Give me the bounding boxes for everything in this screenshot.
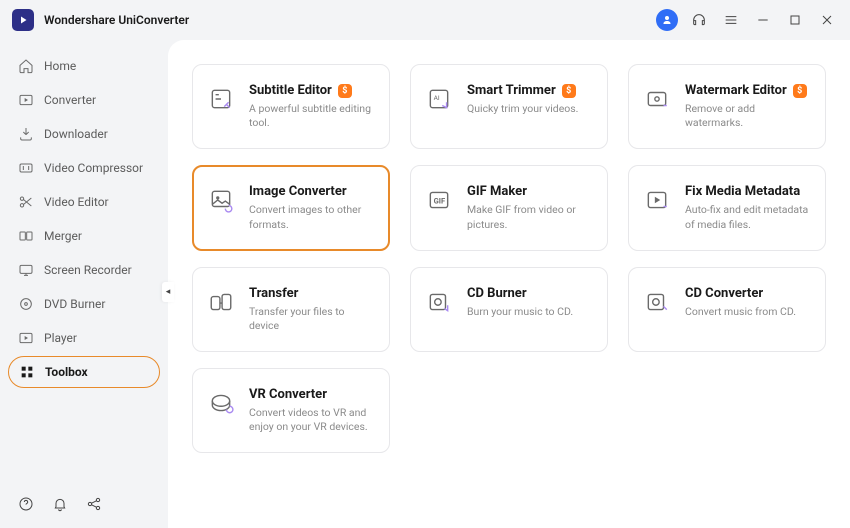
tool-desc: Transfer your files to device	[249, 305, 375, 333]
disc-icon	[18, 296, 34, 312]
sidebar-item-toolbox[interactable]: Toolbox	[8, 356, 160, 388]
sidebar-item-home[interactable]: Home	[8, 50, 160, 82]
bell-icon[interactable]	[52, 496, 68, 512]
sidebar-item-label: Video Compressor	[44, 161, 143, 175]
tool-desc: Convert music from CD.	[685, 305, 811, 319]
tool-card[interactable]: VR Converter Convert videos to VR and enj…	[192, 368, 390, 453]
sidebar-item-video-editor[interactable]: Video Editor	[8, 186, 160, 218]
app-title: Wondershare UniConverter	[44, 13, 189, 27]
merger-icon	[18, 228, 34, 244]
tool-desc: Convert videos to VR and enjoy on your V…	[249, 406, 375, 434]
sidebar-footer	[8, 490, 160, 518]
tool-icon	[643, 288, 671, 316]
tool-card[interactable]: Transfer Transfer your files to device	[192, 267, 390, 352]
sidebar-item-label: Screen Recorder	[44, 263, 132, 277]
home-icon	[18, 58, 34, 74]
menu-hamburger-icon[interactable]	[720, 9, 742, 31]
tool-card[interactable]: AI Smart Trimmer $ Quicky trim your videos.	[410, 64, 608, 149]
tool-icon	[207, 85, 235, 113]
sidebar-item-label: DVD Burner	[44, 297, 105, 311]
converter-icon	[18, 92, 34, 108]
tool-card[interactable]: CD Burner Burn your music to CD.	[410, 267, 608, 352]
tool-title: VR Converter	[249, 387, 327, 402]
scissors-icon	[18, 194, 34, 210]
tool-card[interactable]: CD Converter Convert music from CD.	[628, 267, 826, 352]
tool-desc: Quicky trim your videos.	[467, 102, 593, 116]
sidebar-item-video-compressor[interactable]: Video Compressor	[8, 152, 160, 184]
tool-desc: Remove or add watermarks.	[685, 102, 811, 130]
tool-icon	[643, 186, 671, 214]
tool-icon	[207, 186, 235, 214]
app-logo-icon	[12, 9, 34, 31]
sidebar-item-player[interactable]: Player	[8, 322, 160, 354]
play-icon	[18, 330, 34, 346]
window-close-button[interactable]	[816, 9, 838, 31]
sidebar-item-downloader[interactable]: Downloader	[8, 118, 160, 150]
toolbox-grid-icon	[19, 364, 35, 380]
chevron-left-icon: ◂	[166, 287, 171, 297]
premium-badge-icon: $	[338, 84, 352, 98]
sidebar-item-label: Player	[44, 331, 77, 345]
tool-icon: GIF	[425, 186, 453, 214]
sidebar-item-label: Toolbox	[45, 365, 88, 379]
tool-icon	[643, 85, 671, 113]
sidebar-item-screen-recorder[interactable]: Screen Recorder	[8, 254, 160, 286]
tool-icon	[207, 389, 235, 417]
premium-badge-icon: $	[562, 84, 576, 98]
help-icon[interactable]	[18, 496, 34, 512]
titlebar: Wondershare UniConverter	[0, 0, 850, 40]
tool-icon: AI	[425, 85, 453, 113]
sidebar: Home Converter Downloader Video Compress…	[0, 40, 168, 528]
tool-desc: Burn your music to CD.	[467, 305, 593, 319]
sidebar-item-converter[interactable]: Converter	[8, 84, 160, 116]
sidebar-item-label: Converter	[44, 93, 96, 107]
account-avatar-icon[interactable]	[656, 9, 678, 31]
recorder-icon	[18, 262, 34, 278]
tool-grid: Subtitle Editor $ A powerful subtitle edit…	[192, 64, 826, 453]
tool-title: CD Converter	[685, 286, 763, 301]
sidebar-item-label: Downloader	[44, 127, 108, 141]
main-panel: Subtitle Editor $ A powerful subtitle edit…	[168, 40, 850, 528]
tool-title: CD Burner	[467, 286, 527, 301]
sidebar-item-dvd-burner[interactable]: DVD Burner	[8, 288, 160, 320]
sidebar-collapse-handle[interactable]: ◂	[162, 282, 174, 302]
premium-badge-icon: $	[793, 84, 807, 98]
tool-title: Watermark Editor	[685, 83, 787, 98]
tool-title: Subtitle Editor	[249, 83, 332, 98]
tool-card[interactable]: GIF GIF Maker Make GIF from video or pictu…	[410, 165, 608, 250]
tool-title: Fix Media Metadata	[685, 184, 800, 199]
tool-desc: A powerful subtitle editing tool.	[249, 102, 375, 130]
window-maximize-button[interactable]	[784, 9, 806, 31]
sidebar-item-merger[interactable]: Merger	[8, 220, 160, 252]
tool-desc: Auto-fix and edit metadata of media file…	[685, 203, 811, 231]
tool-card[interactable]: Fix Media Metadata Auto-fix and edit meta…	[628, 165, 826, 250]
tool-desc: Convert images to other formats.	[249, 203, 375, 231]
tool-icon	[425, 288, 453, 316]
tool-icon	[207, 288, 235, 316]
sidebar-item-label: Video Editor	[44, 195, 109, 209]
tool-card[interactable]: Image Converter Convert images to other f…	[192, 165, 390, 250]
compressor-icon	[18, 160, 34, 176]
share-icon[interactable]	[86, 496, 102, 512]
sidebar-item-label: Merger	[44, 229, 82, 243]
download-icon	[18, 126, 34, 142]
tool-title: GIF Maker	[467, 184, 527, 199]
svg-text:AI: AI	[434, 94, 440, 102]
support-headset-icon[interactable]	[688, 9, 710, 31]
svg-text:GIF: GIF	[434, 197, 446, 206]
tool-title: Image Converter	[249, 184, 347, 199]
sidebar-nav: Home Converter Downloader Video Compress…	[8, 50, 160, 490]
sidebar-item-label: Home	[44, 59, 76, 73]
tool-desc: Make GIF from video or pictures.	[467, 203, 593, 231]
window-minimize-button[interactable]	[752, 9, 774, 31]
tool-card[interactable]: Subtitle Editor $ A powerful subtitle edit…	[192, 64, 390, 149]
tool-title: Transfer	[249, 286, 298, 301]
tool-card[interactable]: Watermark Editor $ Remove or add watermark…	[628, 64, 826, 149]
tool-title: Smart Trimmer	[467, 83, 556, 98]
